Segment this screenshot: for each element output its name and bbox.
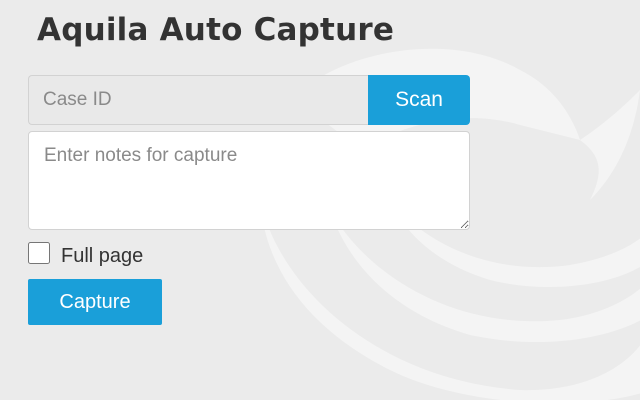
full-page-option: Full page (28, 238, 143, 268)
case-id-row: Scan (28, 75, 470, 125)
full-page-checkbox[interactable] (28, 242, 50, 264)
full-page-label[interactable]: Full page (61, 245, 143, 268)
capture-button[interactable]: Capture (28, 279, 162, 325)
capture-notes-textarea[interactable] (28, 131, 470, 230)
scan-button[interactable]: Scan (368, 75, 470, 125)
app-title: Aquila Auto Capture (37, 12, 395, 48)
case-id-input[interactable] (28, 75, 368, 125)
